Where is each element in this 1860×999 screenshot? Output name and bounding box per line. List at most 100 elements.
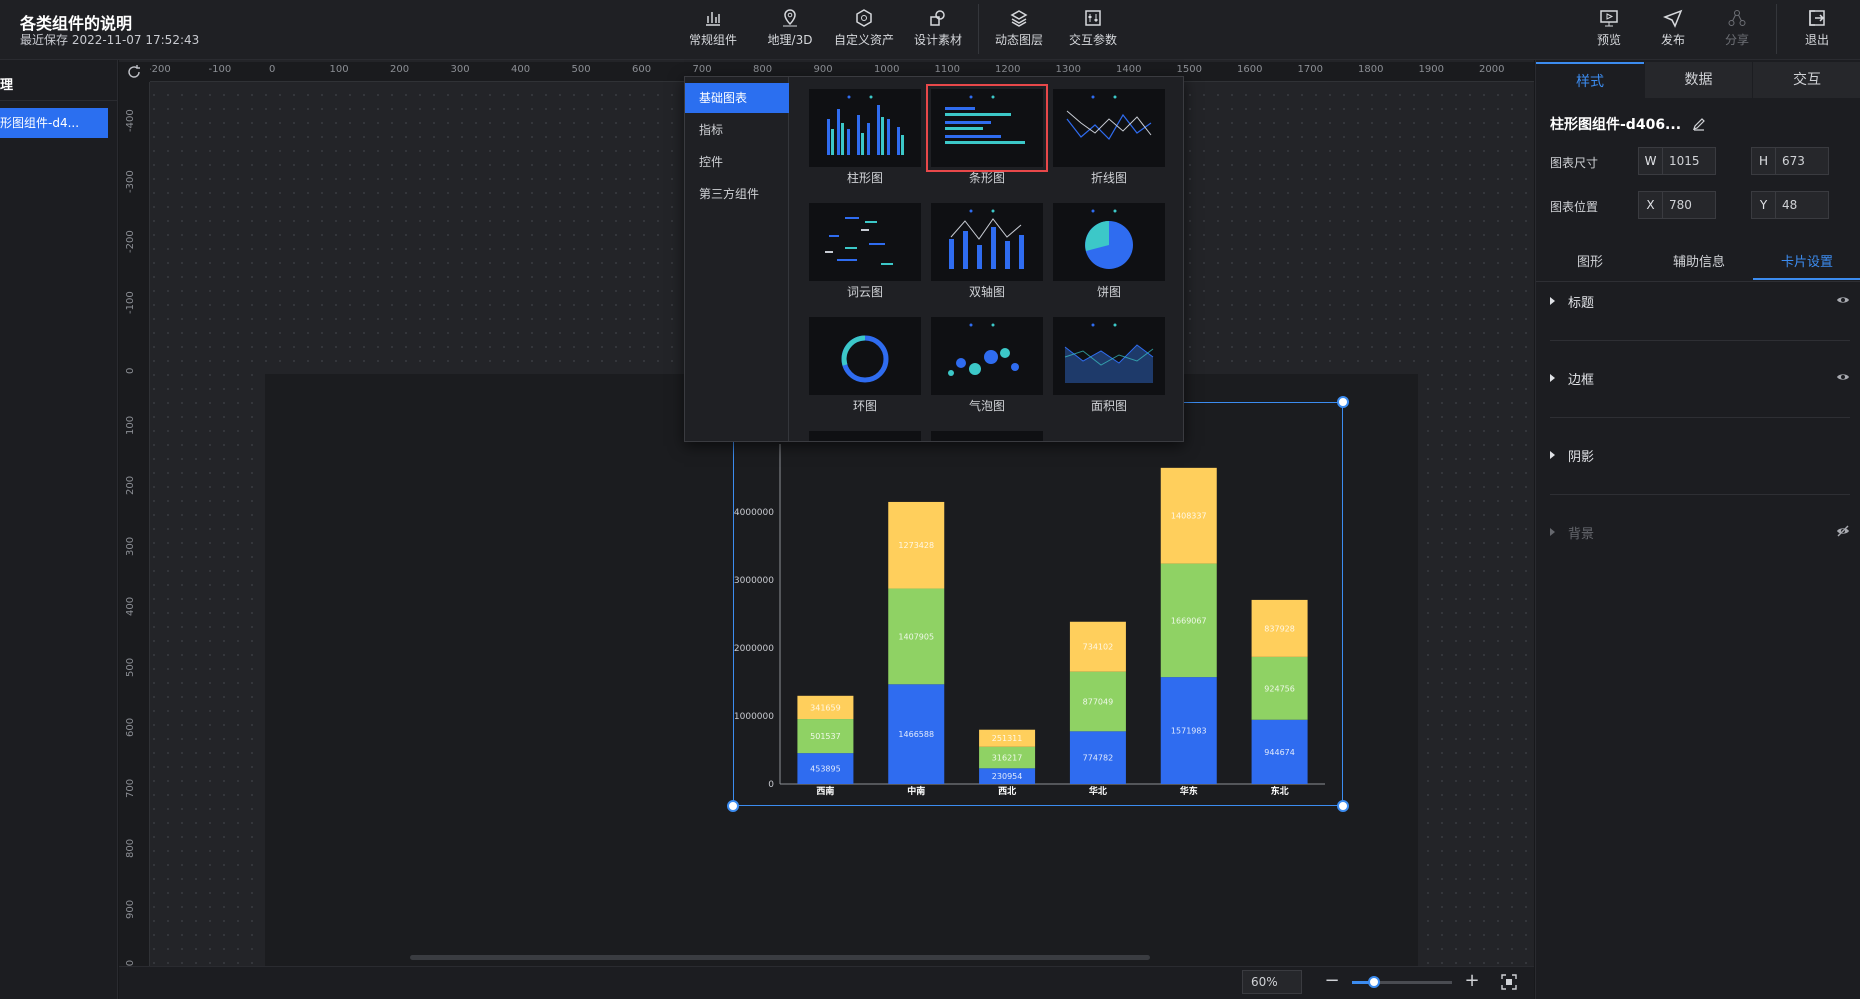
top-bar: 各类组件的说明 最近保存 2022-11-07 17:52:43 常规组件 地理…	[0, 0, 1860, 60]
category-list: 基础图表 指标 控件 第三方组件	[685, 77, 789, 441]
horizontal-bar-preview-icon	[926, 84, 1048, 172]
selection-frame[interactable]	[733, 402, 1343, 806]
exit-label: 退出	[1804, 33, 1829, 47]
subtab-auxiliary[interactable]: 辅助信息	[1645, 246, 1753, 280]
exit-button[interactable]: 退出	[1784, 8, 1850, 52]
thumb-line-chart[interactable]: 折线图	[1053, 89, 1165, 185]
zoom-input[interactable]: 60%	[1242, 970, 1302, 994]
ruler-tick-label: 200	[390, 64, 410, 75]
tab-style[interactable]: 样式	[1536, 62, 1644, 98]
thumb-dual-axis-chart[interactable]: 双轴图	[931, 203, 1043, 299]
tab-interaction[interactable]: 交互	[1753, 62, 1860, 98]
chevron-right-icon	[1550, 374, 1555, 382]
interaction-params-button[interactable]: 交互参数	[1060, 8, 1126, 52]
ruler-tick-label: 500	[571, 64, 591, 75]
regular-components-button[interactable]: 常规组件	[680, 8, 746, 52]
preview-button[interactable]: 预览	[1576, 8, 1642, 52]
thumb-label: 饼图	[1096, 285, 1121, 299]
thumb-label: 双轴图	[968, 285, 1005, 299]
fit-screen-icon[interactable]	[1500, 973, 1518, 991]
y-input[interactable]: Y 48	[1751, 191, 1829, 219]
custom-assets-label: 自定义资产	[833, 33, 894, 47]
share-button[interactable]: 分享	[1704, 8, 1770, 52]
tab-data[interactable]: 数据	[1645, 62, 1752, 98]
zoom-out-button[interactable]: −	[1322, 970, 1342, 992]
ruler-tick-label: 1800	[1358, 64, 1384, 75]
ruler-tick-label: 200	[125, 475, 136, 495]
thumb-bar-chart[interactable]: 柱形图	[809, 89, 921, 185]
resize-handle-top-right[interactable]	[1337, 396, 1349, 408]
x-input[interactable]: X 780	[1638, 191, 1716, 219]
dual-axis-preview-icon	[931, 203, 1043, 281]
section-title-label: 标题	[1568, 296, 1595, 311]
bar-chart-preview-icon	[809, 89, 921, 167]
layers-icon	[1010, 10, 1028, 27]
horizontal-scrollbar[interactable]	[410, 955, 1150, 960]
layer-panel-title: 理	[0, 78, 14, 93]
thumb-label: 词云图	[846, 285, 883, 299]
width-input[interactable]: W 1015	[1638, 147, 1716, 175]
zoom-in-button[interactable]: +	[1462, 970, 1482, 992]
ruler-tick-label: 700	[692, 64, 712, 75]
ruler-reset-button[interactable]	[119, 62, 150, 82]
ruler-tick-label: 700	[125, 778, 136, 798]
thumb-pie-chart[interactable]: 饼图	[1053, 203, 1165, 299]
ruler-tick-label: 900	[125, 899, 136, 919]
line-chart-preview-icon	[1053, 89, 1165, 167]
layer-item-bar-chart[interactable]: 形图组件-d4...	[0, 108, 108, 138]
thumb-label: 折线图	[1090, 171, 1127, 185]
thumb-horizontal-bar-chart[interactable]: 条形图	[926, 84, 1048, 185]
section-background[interactable]: 背景	[1550, 523, 1850, 543]
publish-button[interactable]: 发布	[1640, 8, 1706, 52]
ruler-tick-label: -400	[125, 109, 136, 132]
section-border-label: 边框	[1568, 373, 1595, 388]
last-saved-text: 最近保存 2022-11-07 17:52:43	[20, 33, 200, 47]
thumb-partial[interactable]	[809, 431, 921, 441]
thumb-ring-chart[interactable]: 环图	[809, 317, 921, 413]
thumb-word-cloud[interactable]: 词云图	[809, 203, 921, 299]
section-shadow-label: 阴影	[1568, 450, 1595, 465]
category-controls[interactable]: 控件	[685, 147, 789, 177]
chevron-right-icon	[1550, 297, 1555, 305]
section-shadow[interactable]: 阴影	[1550, 446, 1850, 466]
resize-handle-bottom-left[interactable]	[727, 800, 739, 812]
category-third-party[interactable]: 第三方组件	[685, 179, 789, 209]
ring-chart-preview-icon	[809, 317, 921, 395]
exit-icon	[1809, 10, 1825, 26]
category-indicators[interactable]: 指标	[685, 115, 789, 145]
geo-3d-button[interactable]: 地理/3D	[757, 8, 823, 52]
preview-label: 预览	[1596, 33, 1621, 47]
subtab-card-settings[interactable]: 卡片设置	[1753, 246, 1860, 280]
ruler-tick-label: 100	[125, 415, 136, 435]
resize-handle-bottom-right[interactable]	[1337, 800, 1349, 812]
ruler-tick-label: 1100	[934, 64, 960, 75]
toolbar-divider	[978, 4, 979, 54]
sliders-icon	[1085, 10, 1101, 26]
eye-off-icon[interactable]	[1836, 525, 1850, 537]
category-basic-charts[interactable]: 基础图表	[685, 83, 789, 113]
dynamic-layers-button[interactable]: 动态图层	[986, 8, 1052, 52]
regular-components-label: 常规组件	[688, 33, 737, 47]
width-prefix: W	[1639, 148, 1663, 174]
section-border[interactable]: 边框	[1550, 369, 1850, 389]
custom-assets-button[interactable]: 自定义资产	[831, 8, 897, 52]
thumb-area-chart[interactable]: 面积图	[1053, 317, 1165, 413]
section-title[interactable]: 标题	[1550, 292, 1850, 312]
design-material-label: 设计素材	[913, 33, 962, 47]
design-material-button[interactable]: 设计素材	[905, 8, 971, 52]
thumb-bubble-chart[interactable]: 气泡图	[931, 317, 1043, 413]
ruler-left: -400 -300 -200 -100 0 100 200 300 400 500 600 700 80…	[119, 82, 150, 966]
eye-icon[interactable]	[1836, 294, 1850, 306]
eye-icon[interactable]	[1836, 371, 1850, 383]
zoom-slider-handle[interactable]	[1368, 976, 1380, 988]
height-input[interactable]: H 673	[1751, 147, 1829, 175]
bar-chart-icon	[706, 12, 720, 26]
component-name-text: 柱形图组件-d406...	[1550, 117, 1682, 133]
pie-chart-preview-icon	[1053, 203, 1165, 281]
ruler-tick-label: -100	[125, 290, 136, 314]
thumb-partial[interactable]	[931, 431, 1043, 441]
edit-icon[interactable]	[1692, 117, 1706, 131]
material-icon	[930, 10, 945, 26]
subtab-shape[interactable]: 图形	[1536, 246, 1644, 280]
ruler-tick-label: 300	[125, 536, 136, 556]
